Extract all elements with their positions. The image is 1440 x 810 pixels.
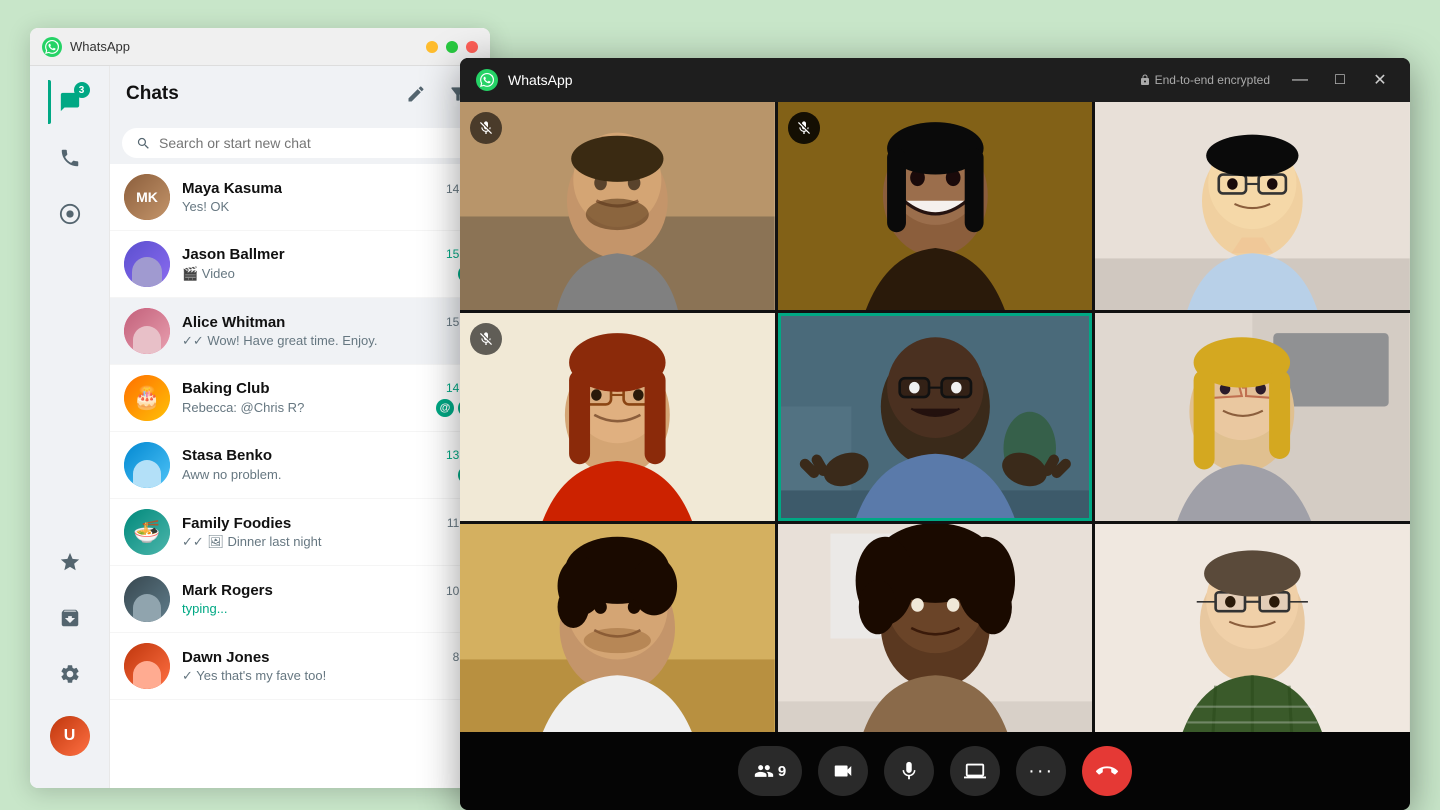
- chat-item-stasa[interactable]: Stasa Benko 13:56 Aww no problem. 2: [110, 432, 490, 499]
- video-cell-8: [778, 524, 1093, 732]
- new-chat-btn[interactable]: [400, 78, 432, 110]
- at-badge-baking: @: [436, 399, 454, 417]
- end-call-btn[interactable]: [1082, 746, 1132, 796]
- participants-btn[interactable]: 9: [738, 746, 802, 796]
- chat-preview-stasa: Aww no problem.: [182, 467, 458, 482]
- chat-name-jason: Jason Ballmer: [182, 246, 285, 263]
- chat-preview-family: ✓✓ 🖼 Dinner last night: [182, 534, 476, 550]
- chat-info-stasa: Stasa Benko 13:56 Aww no problem. 2: [182, 447, 476, 484]
- chat-item-family[interactable]: 🍜 Family Foodies 11:21 ✓✓ 🖼 Dinner last …: [110, 499, 490, 566]
- chat-item-dawn[interactable]: Dawn Jones 8:32 ✓ Yes that's my fave too…: [110, 633, 490, 700]
- chat-preview-mark: typing...: [182, 601, 476, 616]
- video-cell-1: [460, 102, 775, 310]
- search-input[interactable]: [159, 135, 464, 151]
- call-controls-bar: 9 ···: [460, 732, 1410, 810]
- video-cell-3: [1095, 102, 1410, 310]
- chat-avatar-maya: MK: [124, 174, 170, 220]
- chat-name-dawn: Dawn Jones: [182, 649, 270, 666]
- chat-info-baking: Baking Club 14:43 Rebecca: @Chris R? @ 1: [182, 380, 476, 417]
- chat-preview-alice: ✓✓ Wow! Have great time. Enjoy.: [182, 333, 476, 349]
- chat-name-family: Family Foodies: [182, 515, 291, 532]
- call-wa-logo: [476, 69, 498, 91]
- call-window-controls: — □ ✕: [1286, 66, 1394, 94]
- participants-count: 9: [778, 763, 786, 780]
- chat-name-mark: Mark Rogers: [182, 582, 273, 599]
- chat-info-dawn: Dawn Jones 8:32 ✓ Yes that's my fave too…: [182, 649, 476, 684]
- chat-item-jason[interactable]: Jason Ballmer 15:26 🎬 Video 3: [110, 231, 490, 298]
- chat-info-alice: Alice Whitman 15:12 ✓✓ Wow! Have great t…: [182, 314, 476, 349]
- video-cell-5: [778, 313, 1093, 521]
- call-app-name: WhatsApp: [508, 72, 1139, 88]
- end-call-icon: [1096, 760, 1118, 782]
- video-call-window: WhatsApp End-to-end encrypted — □ ✕: [460, 58, 1410, 810]
- sidebar-item-calls[interactable]: [48, 136, 92, 180]
- chat-preview-baking: Rebecca: @Chris R?: [182, 400, 436, 415]
- sidebar-item-starred[interactable]: [48, 540, 92, 584]
- sidebar-item-archive[interactable]: [48, 596, 92, 640]
- app-title-text: WhatsApp: [70, 39, 426, 54]
- sidebar-item-chats[interactable]: 3: [48, 80, 92, 124]
- chat-avatar-stasa: [124, 442, 170, 488]
- chats-title: Chats: [126, 83, 400, 105]
- microphone-icon: [898, 760, 920, 782]
- call-maximize-btn[interactable]: □: [1326, 66, 1354, 94]
- more-dots: ···: [1028, 760, 1054, 783]
- chat-avatar-dawn: [124, 643, 170, 689]
- mute-btn[interactable]: [884, 746, 934, 796]
- sidebar-item-status[interactable]: [48, 192, 92, 236]
- chat-avatar-mark: [124, 576, 170, 622]
- video-cell-2: [778, 102, 1093, 310]
- chat-preview-dawn: ✓ Yes that's my fave too!: [182, 668, 476, 684]
- chat-item-alice[interactable]: Alice Whitman 15:12 ✓✓ Wow! Have great t…: [110, 298, 490, 365]
- main-whatsapp-window: WhatsApp 3: [30, 28, 490, 788]
- close-btn[interactable]: [466, 41, 478, 53]
- e2e-text: End-to-end encrypted: [1155, 73, 1270, 87]
- chat-avatar-family: 🍜: [124, 509, 170, 555]
- chat-avatar-alice: [124, 308, 170, 354]
- more-options-btn[interactable]: ···: [1016, 746, 1066, 796]
- mute-indicator-1: [470, 112, 502, 144]
- e2e-label: End-to-end encrypted: [1139, 73, 1270, 87]
- main-titlebar: WhatsApp: [30, 28, 490, 66]
- video-grid: [460, 102, 1410, 732]
- chat-item-mark[interactable]: Mark Rogers 10:56 typing...: [110, 566, 490, 633]
- maximize-btn[interactable]: [446, 41, 458, 53]
- chat-info-maya: Maya Kasuma 14:54 Yes! OK 📌: [182, 180, 476, 214]
- chat-item-baking[interactable]: 🎂 Baking Club 14:43 Rebecca: @Chris R? @…: [110, 365, 490, 432]
- chat-name-alice: Alice Whitman: [182, 314, 285, 331]
- wa-app-icon: [42, 37, 62, 57]
- call-close-btn[interactable]: ✕: [1366, 66, 1394, 94]
- video-cell-9: [1095, 524, 1410, 732]
- mute-indicator-2: [788, 112, 820, 144]
- chat-avatar-jason: [124, 241, 170, 287]
- call-minimize-btn[interactable]: —: [1286, 66, 1314, 94]
- call-titlebar: WhatsApp End-to-end encrypted — □ ✕: [460, 58, 1410, 102]
- chat-info-mark: Mark Rogers 10:56 typing...: [182, 582, 476, 616]
- screen-share-icon: [964, 760, 986, 782]
- mute-indicator-4: [470, 323, 502, 355]
- chat-list: MK Maya Kasuma 14:54 Yes! OK 📌: [110, 164, 490, 788]
- chat-name-maya: Maya Kasuma: [182, 180, 282, 197]
- screen-share-btn[interactable]: [950, 746, 1000, 796]
- window-controls: [426, 41, 478, 53]
- chat-avatar-baking: 🎂: [124, 375, 170, 421]
- participants-icon: [754, 761, 774, 781]
- minimize-btn[interactable]: [426, 41, 438, 53]
- video-cell-6: [1095, 313, 1410, 521]
- chat-item-maya[interactable]: MK Maya Kasuma 14:54 Yes! OK 📌: [110, 164, 490, 231]
- search-icon: [136, 136, 151, 151]
- chat-preview-jason: 🎬 Video: [182, 266, 458, 282]
- video-icon: [832, 760, 854, 782]
- chat-info-family: Family Foodies 11:21 ✓✓ 🖼 Dinner last ni…: [182, 515, 476, 550]
- chat-preview-maya: Yes! OK: [182, 199, 461, 214]
- video-cell-7: [460, 524, 775, 732]
- sidebar-item-settings[interactable]: [48, 652, 92, 696]
- chat-name-baking: Baking Club: [182, 380, 270, 397]
- video-btn[interactable]: [818, 746, 868, 796]
- user-avatar[interactable]: U: [50, 716, 90, 756]
- chat-badge: 3: [74, 82, 90, 98]
- video-cell-4: [460, 313, 775, 521]
- chat-name-stasa: Stasa Benko: [182, 447, 272, 464]
- chat-info-jason: Jason Ballmer 15:26 🎬 Video 3: [182, 246, 476, 283]
